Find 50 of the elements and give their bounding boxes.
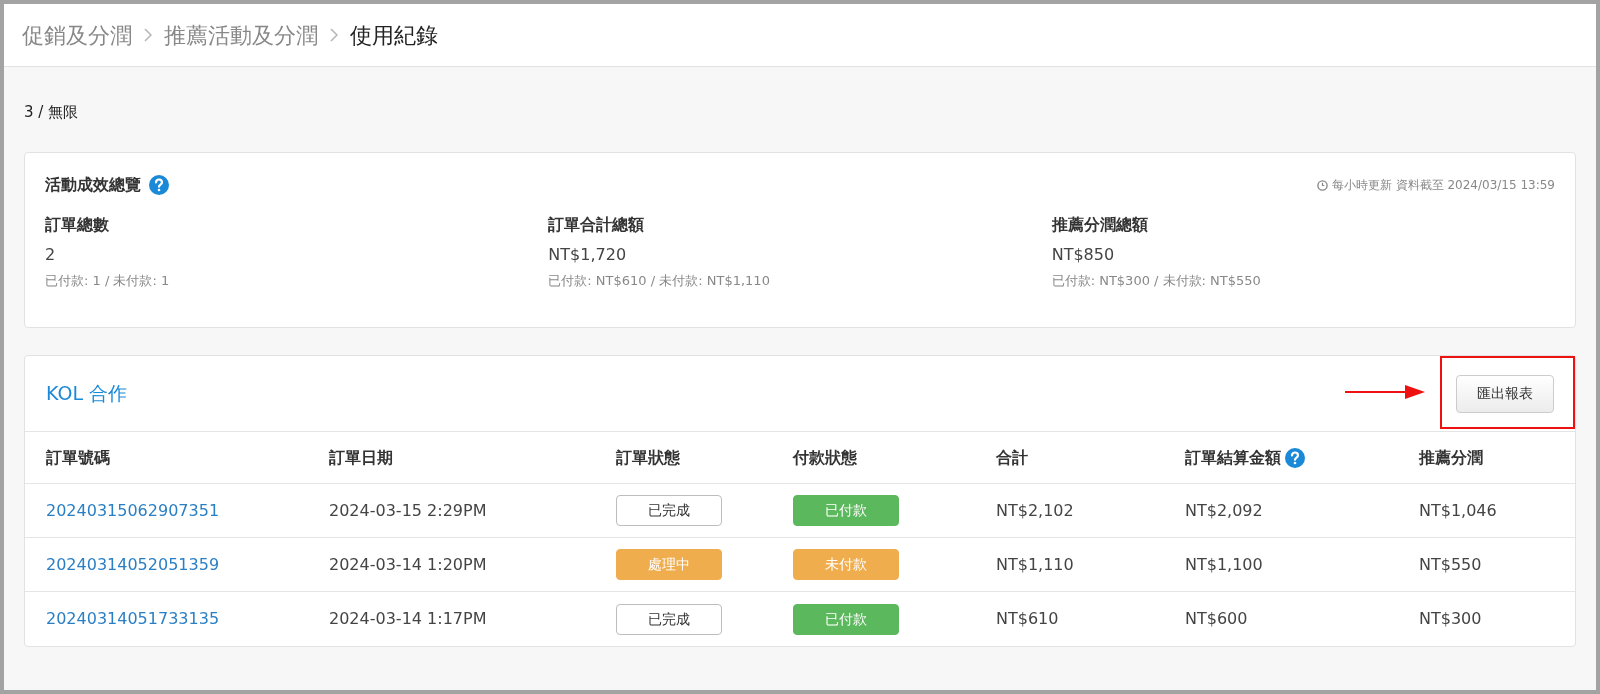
clock-icon: [1316, 179, 1328, 191]
stat-value: 2: [45, 244, 57, 266]
status-badge: 處理中: [616, 549, 722, 580]
table-cell-text: 2024-03-15 2:29PM: [329, 499, 488, 522]
stat-label: 訂單合計總額: [548, 214, 646, 236]
chevron-icon: [330, 28, 338, 42]
section-title: KOL 合作: [46, 381, 127, 407]
status-badge: 已付款: [793, 495, 899, 526]
stat-detail: 已付款: NT$300 / 未付款: NT$550: [1051, 272, 1262, 290]
table-cell-text: NT$1,046: [1419, 499, 1498, 522]
column-header: 訂單狀態: [616, 446, 680, 469]
column-header: 訂單結算金額: [1185, 446, 1281, 469]
update-note: 每小時更新 資料截至 2024/03/15 13:59: [1331, 177, 1555, 194]
table-cell-text: NT$600: [1185, 608, 1249, 630]
status-badge: 已完成: [616, 495, 722, 526]
table-cell-text: NT$300: [1419, 608, 1483, 630]
usage-count: 3 / 無限: [24, 102, 80, 121]
table-cell-text: NT$2,102: [996, 499, 1075, 522]
breadcrumb-item[interactable]: 推薦活動及分潤: [164, 18, 318, 52]
stat-label: 推薦分潤總額: [1051, 214, 1149, 236]
help-icon[interactable]: [1285, 447, 1305, 468]
breadcrumb-item[interactable]: 促銷及分潤: [22, 18, 132, 52]
stat-detail: 已付款: 1 / 未付款: 1: [45, 272, 171, 290]
table-cell-text: NT$1,100: [1185, 553, 1264, 576]
help-icon[interactable]: [149, 175, 169, 195]
column-header: 訂單號碼: [46, 446, 110, 469]
table-cell-text: NT$550: [1419, 553, 1483, 576]
chevron-icon: [144, 28, 152, 42]
status-badge: 已完成: [616, 603, 722, 635]
column-header: 合計: [996, 446, 1028, 469]
order-link[interactable]: 20240314052051359: [46, 554, 220, 574]
column-header: 推薦分潤: [1419, 446, 1483, 469]
status-badge: 已付款: [793, 603, 899, 635]
stat-value: NT$1,720: [548, 244, 628, 266]
table-cell-text: NT$1,110: [996, 553, 1075, 576]
order-link[interactable]: 20240314051733135: [46, 609, 220, 628]
stat-label: 訂單總數: [45, 214, 110, 236]
breadcrumb-item: 使用紀錄: [350, 21, 438, 50]
column-header: 付款狀態: [793, 446, 857, 469]
column-header: 訂單日期: [329, 446, 393, 469]
table-cell-text: 2024-03-14 1:20PM: [329, 553, 488, 576]
stat-detail: 已付款: NT$610 / 未付款: NT$1,110: [548, 272, 771, 290]
stat-value: NT$850: [1051, 244, 1116, 266]
status-badge: 未付款: [793, 549, 899, 580]
export-button[interactable]: 匯出報表: [1456, 374, 1554, 413]
table-cell-text: NT$2,092: [1185, 499, 1264, 522]
table-cell-text: 2024-03-14 1:17PM: [329, 608, 488, 630]
table-cell-text: NT$610: [996, 608, 1060, 630]
card-title: 活動成效總覽: [45, 174, 141, 196]
order-link[interactable]: 20240315062907351: [46, 500, 220, 520]
